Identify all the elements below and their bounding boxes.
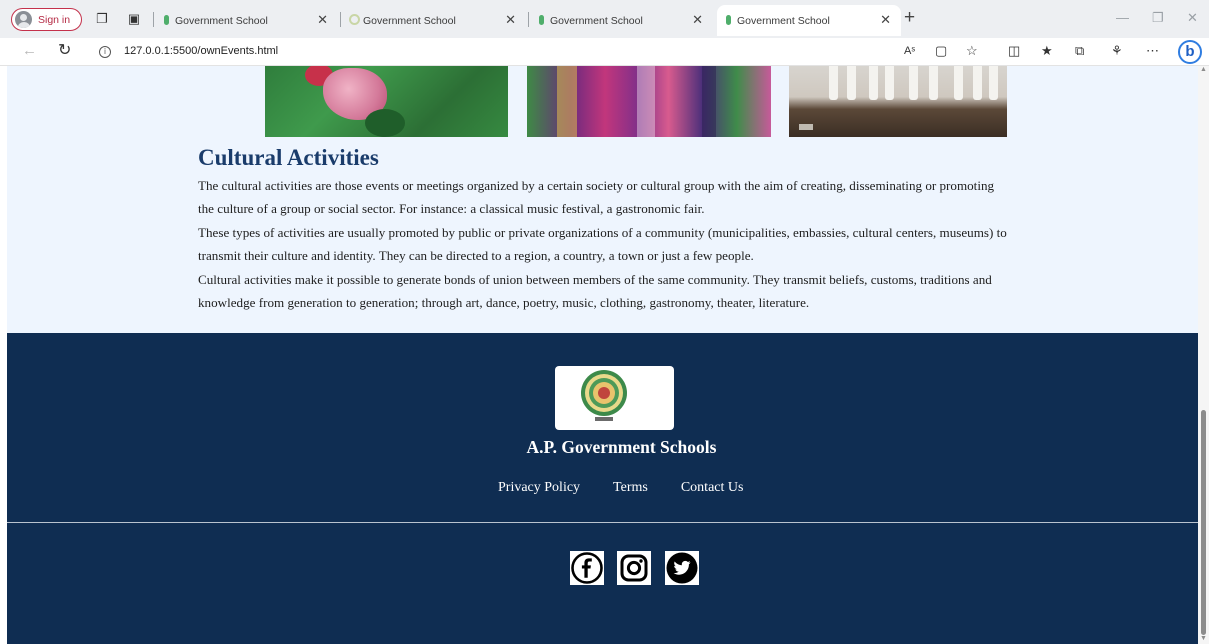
section-body: The cultural activities are those events…	[198, 174, 1008, 314]
section-title: Cultural Activities	[198, 145, 379, 170]
minimize-icon[interactable]: —	[1116, 10, 1129, 25]
site-info-icon[interactable]: i	[99, 46, 111, 58]
profile-avatar-icon	[15, 11, 32, 28]
tab-separator	[528, 12, 529, 27]
tab-close-icon[interactable]: ✕	[317, 12, 328, 28]
paragraph: These types of activities are usually pr…	[198, 224, 1007, 264]
address-input[interactable]: 127.0.0.1:5500/ownEvents.html	[124, 45, 278, 57]
tab-favicon-icon	[539, 15, 544, 25]
scrollbar-thumb[interactable]	[1201, 410, 1206, 635]
government-seal-logo	[581, 370, 627, 421]
tab-2[interactable]: Government School ✕	[343, 5, 526, 36]
favorites-icon[interactable]: ★	[1041, 43, 1053, 59]
tab-title: Government School	[363, 14, 456, 27]
workspaces-icon[interactable]: ❐	[94, 11, 110, 27]
tab-1[interactable]: Government School ✕	[155, 5, 338, 36]
restore-icon[interactable]: ❐	[1152, 10, 1164, 26]
tab-favicon-icon	[726, 15, 731, 25]
twitter-icon[interactable]	[665, 551, 699, 585]
page-viewport: Cultural Activities The cultural activit…	[7, 66, 1198, 644]
tab-title: Government School	[550, 14, 643, 27]
contact-us-link[interactable]: Contact Us	[681, 480, 744, 496]
vertical-tabs-icon[interactable]: ▣	[126, 11, 142, 27]
footer-divider	[7, 522, 1198, 523]
tab-title: Government School	[175, 14, 268, 27]
paragraph: The cultural activities are those events…	[198, 178, 995, 217]
extensions-icon[interactable]: ⚘	[1111, 43, 1123, 59]
sign-in-label: Sign in	[38, 13, 71, 26]
tab-3[interactable]: Government School ✕	[530, 5, 713, 36]
read-aloud-icon[interactable]: Aˢ	[904, 45, 915, 57]
copilot-icon[interactable]: b	[1178, 40, 1202, 64]
event-photo-3	[789, 66, 1007, 137]
privacy-policy-link[interactable]: Privacy Policy	[498, 480, 580, 496]
collections-icon[interactable]: ⧉	[1075, 43, 1084, 59]
logo-container	[555, 366, 674, 430]
app-available-icon[interactable]: ▢	[935, 43, 947, 59]
more-menu-icon[interactable]: ⋯	[1146, 43, 1159, 59]
tab-loading-icon	[349, 14, 360, 25]
paragraph: Cultural activities make it possible to …	[198, 271, 992, 311]
scroll-up-icon[interactable]: ▲	[1200, 66, 1207, 73]
tab-favicon-icon	[164, 15, 169, 25]
tab-separator	[340, 12, 341, 27]
event-photo-1	[265, 66, 508, 137]
reload-icon[interactable]: ↻	[58, 40, 71, 60]
event-photo-2	[527, 66, 771, 137]
sign-in-button[interactable]: Sign in	[11, 8, 82, 31]
organization-name: A.P. Government Schools	[526, 437, 717, 457]
tab-close-icon[interactable]: ✕	[692, 12, 703, 28]
scroll-down-icon[interactable]: ▼	[1200, 635, 1207, 642]
tab-close-icon[interactable]: ✕	[880, 12, 891, 28]
favorite-star-icon[interactable]: ☆	[966, 43, 978, 59]
terms-link[interactable]: Terms	[613, 480, 648, 496]
footer-links: Privacy Policy Terms Contact Us	[498, 480, 776, 496]
back-icon[interactable]: ←	[22, 42, 37, 59]
window-close-icon[interactable]: ✕	[1187, 10, 1198, 26]
instagram-icon[interactable]	[617, 551, 651, 585]
tab-title: Government School	[737, 14, 830, 27]
tab-close-icon[interactable]: ✕	[505, 12, 516, 28]
browser-tab-bar: Sign in ❐ ▣ Government School ✕ Governme…	[0, 0, 1209, 38]
tab-separator	[153, 12, 154, 27]
page-scrollbar[interactable]: ▲ ▼	[1198, 66, 1209, 644]
site-footer: A.P. Government Schools Privacy Policy T…	[7, 333, 1198, 644]
split-screen-icon[interactable]: ◫	[1008, 43, 1020, 59]
facebook-icon[interactable]	[570, 551, 604, 585]
tab-4-active[interactable]: Government School ✕	[717, 5, 901, 36]
new-tab-icon[interactable]: +	[904, 7, 915, 29]
address-toolbar: ← ↻ i 127.0.0.1:5500/ownEvents.html Aˢ ▢…	[0, 38, 1209, 66]
